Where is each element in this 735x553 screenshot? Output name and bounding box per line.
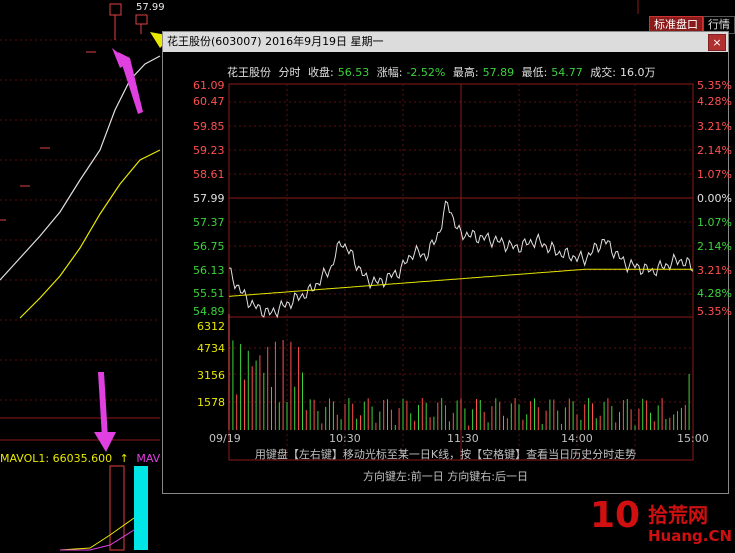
percent-axis-right-7: 2.14% <box>697 240 732 253</box>
time-axis-2: 11:30 <box>447 432 479 445</box>
time-axis-4: 15:00 <box>677 432 709 445</box>
time-axis-3: 14:00 <box>561 432 593 445</box>
percent-axis-right-10: 5.35% <box>697 305 732 318</box>
logo-text: 拾荒网 <box>648 503 708 527</box>
price-axis-left-3: 59.23 <box>193 144 225 157</box>
price-axis-left-8: 56.13 <box>193 264 225 277</box>
price-axis-left-1: 60.47 <box>193 95 225 108</box>
percent-axis-right-4: 1.07% <box>697 168 732 181</box>
percent-axis-right-2: 3.21% <box>697 120 732 133</box>
keyboard-hint: 用键盘【左右键】移动光标至某一日K线，按【空格键】查看当日历史分时走势 <box>254 448 637 461</box>
volume-axis-1: 4734 <box>197 342 225 355</box>
navigation-hint: 方向键左:前一日 方向键右:后一日 <box>363 470 528 483</box>
percent-axis-right-5: 0.00% <box>697 192 732 205</box>
price-axis-left-5: 57.99 <box>193 192 225 205</box>
logo-number: 10 <box>590 495 641 536</box>
top-tabs: 标准盘口 行情 <box>649 16 735 34</box>
price-axis-left-10: 54.89 <box>193 305 225 318</box>
price-axis-left-9: 55.51 <box>193 287 225 300</box>
price-axis-left-4: 58.61 <box>193 168 225 181</box>
volume-axis-2: 3156 <box>197 369 225 382</box>
time-axis-0: 09/19 <box>209 432 241 445</box>
percent-axis-right-6: 1.07% <box>697 216 732 229</box>
percent-axis-right-0: 5.35% <box>697 79 732 92</box>
volume-bars-group <box>228 314 690 430</box>
price-axis-left-6: 57.37 <box>193 216 225 229</box>
time-axis-1: 10:30 <box>329 432 361 445</box>
mavol1-label: MAVOL1: 66035.600 <box>0 452 113 465</box>
mavol2-label: MAV <box>136 452 161 465</box>
intraday-popup-window: 花王股份(603007) 2016年9月19日 星期一 × 花王股份 分时 收盘… <box>162 31 732 494</box>
site-logo: 10 拾荒网 Huang.CN <box>590 495 735 553</box>
price-axis-left-0: 61.09 <box>193 79 225 92</box>
intraday-chart <box>228 83 694 461</box>
percent-axis-right-3: 2.14% <box>697 144 732 157</box>
volume-axis-0: 6312 <box>197 320 225 333</box>
volume-axis-3: 1578 <box>197 396 225 409</box>
mavol-arrow: ↑ <box>119 452 129 465</box>
percent-axis-right-1: 4.28% <box>697 95 732 108</box>
background-price-label: 57.99 <box>136 2 165 13</box>
logo-url: Huang.CN <box>648 527 733 545</box>
price-axis-left-2: 59.85 <box>193 120 225 133</box>
price-axis-left-7: 56.75 <box>193 240 225 253</box>
percent-axis-right-8: 3.21% <box>697 264 732 277</box>
mavol-indicator: MAVOL1: 66035.600 ↑ MAV <box>0 452 164 465</box>
percent-axis-right-9: 4.28% <box>697 287 732 300</box>
